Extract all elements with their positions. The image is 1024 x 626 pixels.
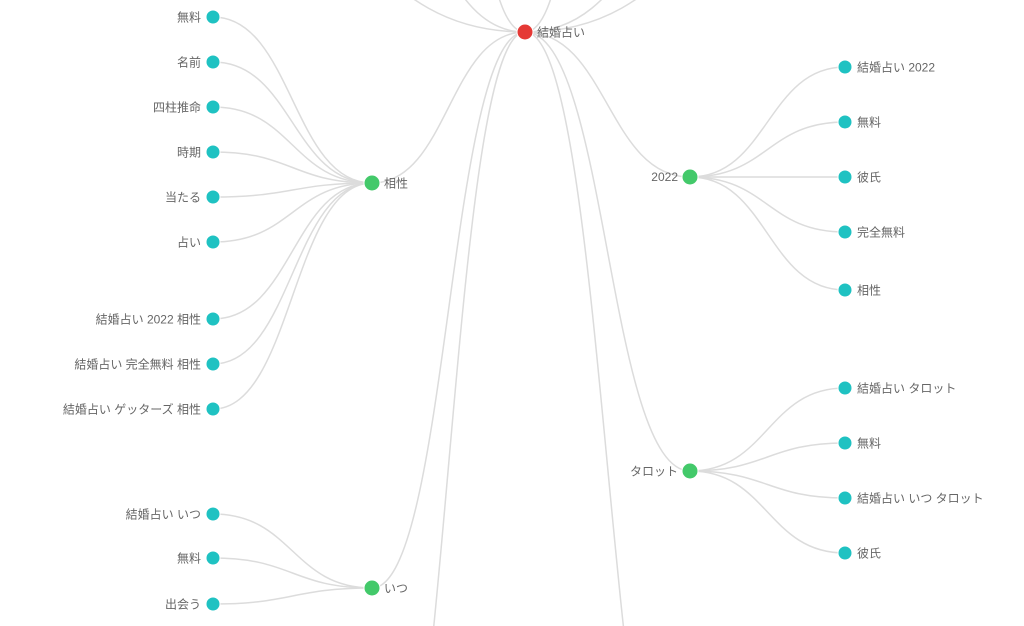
leaf-node-tarot-kareshi[interactable]	[838, 546, 852, 560]
edge-root-extra-4	[450, 0, 525, 32]
edge-root-aisho	[372, 32, 525, 183]
leaf-node-aisho-muryo[interactable]	[206, 10, 220, 24]
edge-itsu-itsu-deau	[213, 588, 372, 604]
edge-y2022-y2022-kekkon	[690, 67, 845, 177]
leaf-node-y2022-kanzen[interactable]	[838, 225, 852, 239]
edge-itsu-itsu-kekkon	[213, 514, 372, 588]
edge-aisho-aisho-shichuu	[213, 107, 372, 183]
edge-tarot-tarot-kekkon	[690, 388, 845, 471]
leaf-node-y2022-kareshi[interactable]	[838, 170, 852, 184]
edge-aisho-aisho-getters	[213, 183, 372, 409]
leaf-node-aisho-uranai[interactable]	[206, 235, 220, 249]
edge-root-extra-7	[525, 0, 850, 32]
edge-itsu-itsu-muryo	[213, 558, 372, 588]
edge-y2022-y2022-muryo	[690, 122, 845, 177]
hub-node-itsu[interactable]	[364, 580, 380, 596]
leaf-node-itsu-muryo[interactable]	[206, 551, 220, 565]
edge-aisho-aisho-muryo	[213, 17, 372, 183]
edge-tarot-tarot-kareshi	[690, 471, 845, 553]
edge-root-extra-5	[525, 0, 600, 32]
nodes-layer	[206, 10, 852, 611]
root-node[interactable]	[517, 24, 533, 40]
hub-node-tarot[interactable]	[682, 463, 698, 479]
edge-root-itsu	[372, 32, 525, 588]
edge-root-extra-2	[200, 0, 525, 32]
leaf-node-aisho-namae[interactable]	[206, 55, 220, 69]
mindmap-canvas[interactable]	[0, 0, 1024, 626]
leaf-node-itsu-kekkon[interactable]	[206, 507, 220, 521]
edge-aisho-aisho-2022	[213, 183, 372, 319]
leaf-node-tarot-itsu[interactable]	[838, 491, 852, 505]
leaf-node-tarot-muryo[interactable]	[838, 436, 852, 450]
edge-y2022-y2022-kanzen	[690, 177, 845, 232]
edge-aisho-aisho-namae	[213, 62, 372, 183]
leaf-node-itsu-deau[interactable]	[206, 597, 220, 611]
edge-root-y2022	[525, 32, 690, 177]
hub-node-aisho[interactable]	[364, 175, 380, 191]
leaf-node-aisho-shichuu[interactable]	[206, 100, 220, 114]
edge-y2022-y2022-aisho	[690, 177, 845, 290]
edge-tarot-tarot-muryo	[690, 443, 845, 471]
edge-tarot-tarot-itsu	[690, 471, 845, 498]
edge-root-extra-1	[372, 32, 525, 626]
leaf-node-tarot-kekkon[interactable]	[838, 381, 852, 395]
edge-aisho-aisho-kanzen	[213, 183, 372, 364]
leaf-node-aisho-2022[interactable]	[206, 312, 220, 326]
leaf-node-y2022-kekkon[interactable]	[838, 60, 852, 74]
leaf-node-aisho-getters[interactable]	[206, 402, 220, 416]
edge-root-extra-0	[525, 32, 690, 626]
leaf-node-y2022-muryo[interactable]	[838, 115, 852, 129]
edge-root-extra-6	[525, 0, 750, 32]
leaf-node-aisho-ataru[interactable]	[206, 190, 220, 204]
leaf-node-aisho-jiki[interactable]	[206, 145, 220, 159]
edges-layer	[200, 0, 850, 626]
leaf-node-y2022-aisho[interactable]	[838, 283, 852, 297]
leaf-node-aisho-kanzen[interactable]	[206, 357, 220, 371]
hub-node-y2022[interactable]	[682, 169, 698, 185]
edge-root-tarot	[525, 32, 690, 471]
edge-root-extra-3	[350, 0, 525, 32]
